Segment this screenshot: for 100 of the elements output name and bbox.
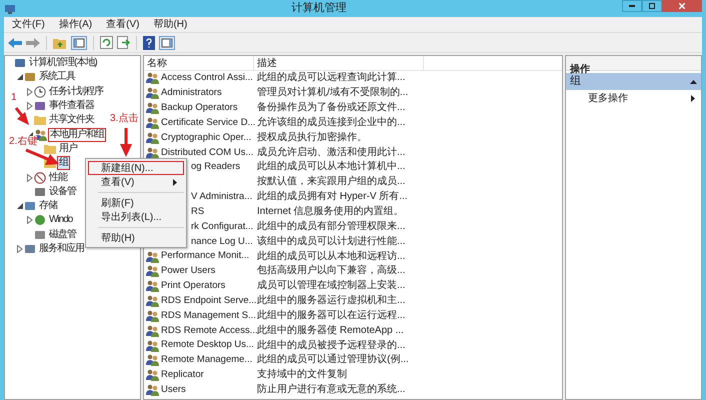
folder-icon <box>44 144 56 154</box>
export-icon[interactable] <box>117 36 130 49</box>
group-description: 该组中的成员可以计划进行性能... <box>256 234 406 249</box>
group-name[interactable]: RDS Management S... <box>161 308 256 324</box>
menu-item[interactable]: 刷新(F) <box>88 196 184 210</box>
expand-arrow-icon[interactable] <box>17 245 23 253</box>
tree-item[interactable]: 服务和应用 <box>37 242 86 256</box>
annotation-label: 1 <box>11 91 17 105</box>
action-item[interactable]: 更多操作 <box>566 90 701 106</box>
menu-item[interactable]: 帮助(H) <box>153 17 188 32</box>
collapse-icon <box>690 80 697 84</box>
annotation-arrow <box>25 148 59 165</box>
tree-item[interactable]: 计算机管理(本地) <box>27 56 99 70</box>
group-name[interactable]: rk Configurat... <box>191 220 254 234</box>
group-name[interactable]: Certificate Service D... <box>161 116 256 130</box>
menu-item[interactable]: 操作(A) <box>58 17 92 32</box>
group-icon <box>146 72 159 84</box>
expand-arrow-icon[interactable] <box>27 102 33 110</box>
group-description: 此组中的成员被授予远程登录的... <box>256 338 406 353</box>
menu-item[interactable]: 查看(V) <box>106 17 140 32</box>
group-description: 此组的成员拥有对 Hyper-V 所有... <box>256 190 408 204</box>
tree-item[interactable]: 本地用户和组 <box>48 128 106 142</box>
actions-title: 操作 <box>570 64 590 75</box>
group-name[interactable]: og Readers <box>191 160 240 175</box>
tree-item[interactable]: 性能 <box>47 170 69 185</box>
minimize-icon <box>629 5 635 7</box>
group-description: 此组中的成员有部分管理权限来... <box>256 220 406 234</box>
forward-arrow-icon[interactable] <box>26 38 40 48</box>
collapse-arrow-icon[interactable] <box>17 203 23 210</box>
group-description: 成员可以管理在域控制器上安装... <box>256 279 406 294</box>
group-description: 管理员对计算机/域有不受限制的... <box>256 86 408 100</box>
expand-arrow-icon[interactable] <box>27 174 33 182</box>
expand-arrow-icon[interactable] <box>27 216 33 224</box>
tree-item[interactable]: 任务计划程序 <box>47 84 105 99</box>
tree-item[interactable]: Windo <box>47 213 74 228</box>
actions-section-header[interactable]: 组 <box>566 73 701 90</box>
up-folder-icon[interactable] <box>53 36 67 48</box>
group-name[interactable]: Users <box>161 383 186 398</box>
annotation-label: 2.右键 <box>9 136 38 148</box>
collapse-arrow-icon[interactable] <box>17 74 23 80</box>
close-button[interactable] <box>662 0 702 12</box>
tree-item[interactable]: 磁盘管 <box>47 228 78 242</box>
group-description: 包括高级用户以向下兼容，高级... <box>256 264 406 278</box>
minimize-button[interactable] <box>622 0 642 12</box>
group-icon <box>146 280 159 292</box>
menu-item[interactable]: 帮助(H) <box>88 231 184 245</box>
group-description: 备份操作员为了备份或还原文件... <box>256 101 406 116</box>
group-name[interactable]: Backup Operators <box>161 100 238 116</box>
group-description: 按默认值，来宾跟用户组的成员... <box>256 175 406 190</box>
restore-button[interactable] <box>642 0 662 12</box>
tree-item[interactable]: 存储 <box>37 199 59 214</box>
tree-item[interactable]: 设备管 <box>47 184 78 199</box>
group-name[interactable]: Performance Monit... <box>161 249 250 264</box>
group-name[interactable]: Replicator <box>161 368 204 382</box>
group-name[interactable]: Distributed COM Us... <box>161 146 254 160</box>
group-icon <box>146 146 159 159</box>
menu-item[interactable]: 新建组(N)... <box>88 161 184 175</box>
action-pane-icon[interactable] <box>159 36 175 50</box>
help-icon[interactable] <box>143 36 155 50</box>
tree-item[interactable]: 共享文件夹 <box>47 113 96 128</box>
submenu-arrow-icon <box>173 178 177 186</box>
group-name[interactable]: Cryptographic Oper... <box>161 130 252 145</box>
column-header[interactable]: 描述 <box>254 56 424 70</box>
column-header[interactable]: 名称 <box>144 56 254 70</box>
group-description: Internet 信息服务使用的内置组。 <box>256 205 404 220</box>
group-description: 支持域中的文件复制 <box>256 368 347 382</box>
group-name[interactable]: Remote Manageme... <box>161 353 252 368</box>
tree-item[interactable]: 用户 <box>57 142 79 156</box>
tree-item[interactable]: 组 <box>57 156 70 170</box>
group-icon <box>146 310 159 322</box>
group-icon <box>146 384 159 396</box>
menu-item[interactable]: 导出列表(L)... <box>88 210 184 224</box>
group-name[interactable]: Remote Desktop Us... <box>161 338 254 353</box>
window-title: 计算机管理 <box>292 1 346 16</box>
group-name[interactable]: Power Users <box>161 264 216 279</box>
menu-item[interactable]: 查看(V) <box>88 175 184 189</box>
close-icon <box>679 3 685 9</box>
group-icon <box>146 102 159 114</box>
menu-item[interactable]: 文件(F) <box>12 17 45 32</box>
tree-item[interactable]: 系统工具 <box>37 70 77 84</box>
group-description: 成员允许启动、激活和使用此计... <box>256 146 406 160</box>
annotation-arrow <box>14 107 29 125</box>
group-name[interactable]: RS <box>191 204 204 220</box>
back-arrow-icon[interactable] <box>8 38 22 48</box>
clock-icon <box>34 86 46 98</box>
group-name[interactable]: Print Operators <box>161 279 226 294</box>
group-name[interactable]: V Administra... <box>191 190 252 204</box>
group-name[interactable]: nance Log U... <box>191 234 253 249</box>
group-name[interactable]: RDS Remote Access... <box>161 324 258 338</box>
group-description: 此组的成员可以从本地计算机中... <box>256 160 406 174</box>
group-icon <box>146 324 159 337</box>
tree-pane-icon[interactable] <box>71 36 87 50</box>
refresh-icon[interactable] <box>100 36 113 49</box>
group-name[interactable]: RDS Endpoint Serve... <box>161 294 257 308</box>
tree-item[interactable]: 事件查看器 <box>47 99 96 114</box>
group-name[interactable]: Administrators <box>161 86 222 100</box>
group-icon <box>146 132 159 144</box>
group-icon <box>146 87 159 100</box>
group-name[interactable]: Access Control Assi... <box>161 71 253 86</box>
expand-arrow-icon[interactable] <box>27 88 33 96</box>
